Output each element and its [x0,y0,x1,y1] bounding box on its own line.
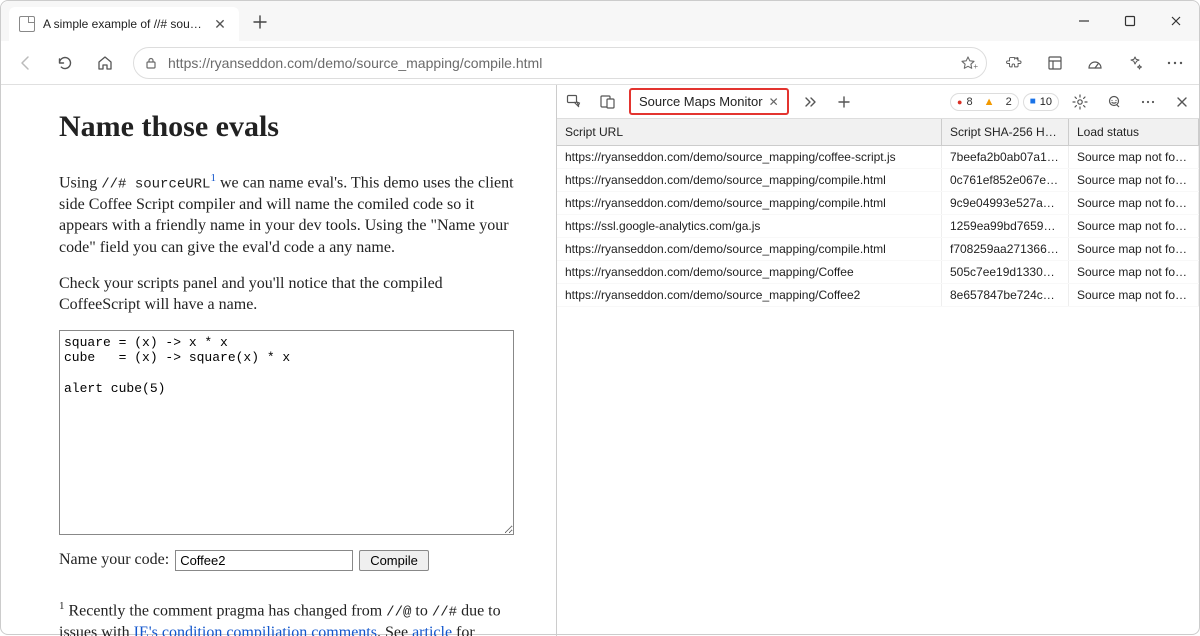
titlebar: A simple example of //# sourceU ✕ [1,1,1199,41]
code-inline: //# sourceURL [101,176,210,192]
address-bar[interactable]: https://ryanseddon.com/demo/source_mappi… [133,47,987,79]
browser-toolbar: https://ryanseddon.com/demo/source_mappi… [1,41,1199,85]
article-link[interactable]: article [412,624,452,636]
page-content: Name those evals Using //# sourceURL1 we… [1,85,556,636]
devtools-panel: Source Maps Monitor ✕ ●8 ▲ 2 ■10 Script … [556,85,1199,636]
home-button[interactable] [85,43,125,83]
add-tab-button[interactable] [827,85,861,119]
new-tab-button[interactable] [251,13,269,31]
refresh-button[interactable] [45,43,85,83]
cell-sha: f708259aa271366… [942,238,1069,260]
cell-sha: 7beefa2b0ab07a1… [942,146,1069,168]
cell-url: https://ryanseddon.com/demo/source_mappi… [557,261,942,283]
table-row[interactable]: https://ssl.google-analytics.com/ga.js12… [557,215,1199,238]
tab-source-maps-monitor[interactable]: Source Maps Monitor ✕ [629,88,789,115]
device-toggle-button[interactable] [591,85,625,119]
cell-url: https://ssl.google-analytics.com/ga.js [557,215,942,237]
cell-status: Source map not fo… [1069,238,1199,260]
table-header-row: Script URL Script SHA-256 Ha… Load statu… [557,119,1199,146]
intro-paragraph: Using //# sourceURL1 we can name eval's.… [59,168,518,259]
copilot-button[interactable] [1115,43,1155,83]
cell-status: Source map not fo… [1069,215,1199,237]
cell-sha: 8e657847be724c7… [942,284,1069,306]
ie-link[interactable]: IE's condition compiliation comments [134,624,377,636]
feedback-button[interactable] [1097,85,1131,119]
lock-icon [144,56,158,70]
more-menu-button[interactable] [1155,43,1195,83]
cell-status: Source map not fo… [1069,261,1199,283]
tab-close-icon[interactable]: ✕ [769,95,779,109]
cell-url: https://ryanseddon.com/demo/source_mappi… [557,238,942,260]
col-script-sha[interactable]: Script SHA-256 Ha… [942,119,1069,145]
page-icon [19,16,35,32]
cell-url: https://ryanseddon.com/demo/source_mappi… [557,284,942,306]
cell-sha: 1259ea99bd76596… [942,215,1069,237]
tab-title: A simple example of //# sourceU [43,17,203,31]
footnote: 1 Recently the comment pragma has change… [59,599,518,636]
close-window-button[interactable] [1153,1,1199,41]
col-load-status[interactable]: Load status [1069,119,1199,145]
browser-tab[interactable]: A simple example of //# sourceU ✕ [9,7,239,41]
cell-status: Source map not fo… [1069,169,1199,191]
devtools-tab-label: Source Maps Monitor [639,94,763,109]
cell-status: Source map not fo… [1069,192,1199,214]
maximize-button[interactable] [1107,1,1153,41]
table-row[interactable]: https://ryanseddon.com/demo/source_mappi… [557,238,1199,261]
devtools-header: Source Maps Monitor ✕ ●8 ▲ 2 ■10 [557,85,1199,119]
cell-sha: 0c761ef852e067ea… [942,169,1069,191]
check-paragraph: Check your scripts panel and you'll noti… [59,273,518,316]
tab-close-button[interactable]: ✕ [211,15,229,33]
cell-sha: 505c7ee19d1330c… [942,261,1069,283]
error-chip[interactable]: ●8 ▲ 2 [950,93,1019,111]
cell-status: Source map not fo… [1069,146,1199,168]
page-title: Name those evals [59,107,518,148]
collections-button[interactable] [1035,43,1075,83]
extensions-button[interactable] [995,43,1035,83]
issues-chip[interactable]: ■10 [1023,93,1059,111]
source-maps-table: Script URL Script SHA-256 Ha… Load statu… [557,119,1199,636]
name-label: Name your code: [59,549,169,571]
cell-sha: 9c9e04993e527a5… [942,192,1069,214]
table-row[interactable]: https://ryanseddon.com/demo/source_mappi… [557,169,1199,192]
cell-url: https://ryanseddon.com/demo/source_mappi… [557,146,942,168]
devtools-close-button[interactable] [1165,85,1199,119]
devtools-more-button[interactable] [1131,85,1165,119]
minimize-button[interactable] [1061,1,1107,41]
cell-url: https://ryanseddon.com/demo/source_mappi… [557,169,942,191]
cell-url: https://ryanseddon.com/demo/source_mappi… [557,192,942,214]
more-tabs-button[interactable] [793,85,827,119]
performance-button[interactable] [1075,43,1115,83]
cell-status: Source map not fo… [1069,284,1199,306]
table-row[interactable]: https://ryanseddon.com/demo/source_mappi… [557,261,1199,284]
inspect-element-button[interactable] [557,85,591,119]
table-row[interactable]: https://ryanseddon.com/demo/source_mappi… [557,192,1199,215]
window-controls [1061,1,1199,41]
main-split: Name those evals Using //# sourceURL1 we… [1,85,1199,636]
table-row[interactable]: https://ryanseddon.com/demo/source_mappi… [557,284,1199,307]
name-form-row: Name your code: Compile [59,549,518,571]
name-input[interactable] [175,550,353,571]
code-textarea[interactable] [59,330,514,535]
table-row[interactable]: https://ryanseddon.com/demo/source_mappi… [557,146,1199,169]
url-text: https://ryanseddon.com/demo/source_mappi… [168,55,950,71]
settings-button[interactable] [1063,85,1097,119]
favorites-button[interactable]: + [960,55,976,71]
back-button[interactable] [5,43,45,83]
col-script-url[interactable]: Script URL [557,119,942,145]
compile-button[interactable]: Compile [359,550,429,571]
